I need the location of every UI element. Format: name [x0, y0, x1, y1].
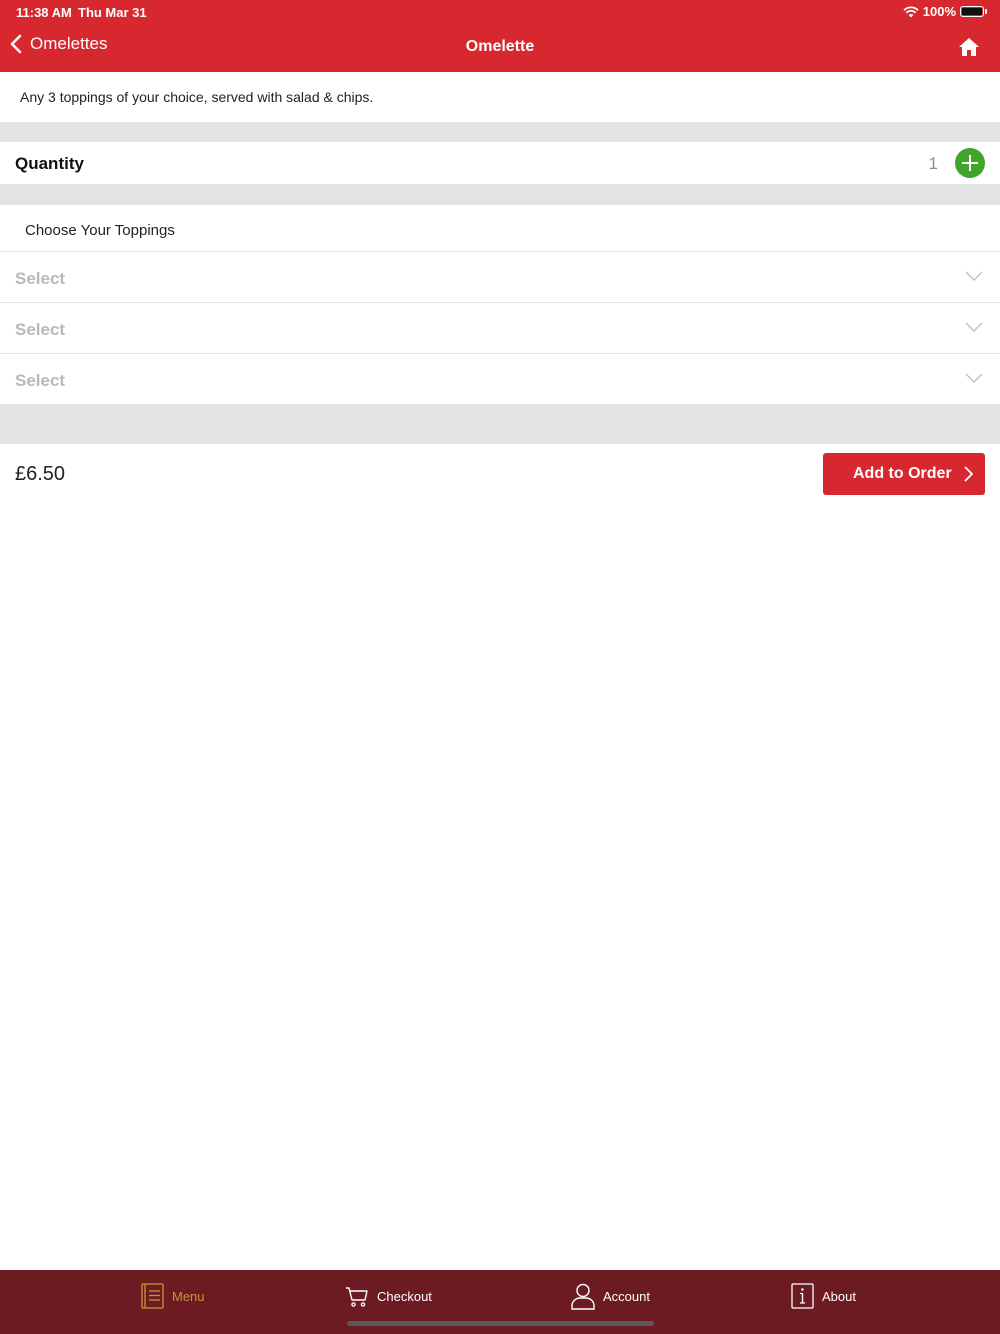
battery-icon — [960, 6, 987, 17]
cart-icon — [346, 1287, 368, 1307]
tab-about[interactable]: About — [791, 1282, 856, 1310]
page-title: Omelette — [465, 38, 535, 55]
item-price: £6.50 — [15, 463, 66, 485]
select-placeholder: Select — [15, 320, 66, 339]
section-divider — [0, 184, 1000, 205]
chevron-down-icon — [965, 373, 983, 383]
info-icon — [791, 1283, 814, 1309]
tab-menu[interactable]: Menu — [141, 1282, 205, 1310]
topping-select-2[interactable]: Select — [0, 304, 1000, 354]
status-date: Thu Mar 31 — [78, 5, 147, 20]
back-button[interactable]: Omelettes — [10, 34, 107, 54]
chevron-down-icon — [965, 271, 983, 281]
back-label: Omelettes — [30, 34, 108, 53]
home-icon[interactable] — [958, 37, 980, 57]
chevron-down-icon — [965, 322, 983, 332]
wifi-icon — [903, 5, 919, 17]
tab-label: Account — [603, 1288, 650, 1304]
topping-select-3[interactable]: Select — [0, 355, 1000, 405]
chevron-left-icon — [10, 34, 22, 54]
add-to-order-label: Add to Order — [853, 465, 952, 482]
home-indicator — [347, 1321, 654, 1326]
increase-quantity-button[interactable] — [955, 148, 985, 178]
topping-select-1[interactable]: Select — [0, 253, 1000, 303]
tab-label: Checkout — [377, 1288, 432, 1304]
tab-account[interactable]: Account — [571, 1282, 650, 1310]
section-divider — [0, 405, 1000, 444]
section-divider — [0, 122, 1000, 142]
tab-label: Menu — [172, 1288, 205, 1304]
select-placeholder: Select — [15, 371, 66, 390]
app-header: 11:38 AM Thu Mar 31 100% Omelettes Omele… — [0, 0, 1000, 72]
menu-book-icon — [141, 1283, 164, 1309]
quantity-row: Quantity 1 — [0, 142, 1000, 184]
status-indicators: 100% — [903, 4, 987, 19]
select-placeholder: Select — [15, 269, 66, 288]
tab-label: About — [822, 1288, 856, 1304]
quantity-label: Quantity — [15, 154, 84, 173]
status-bar: 11:38 AM Thu Mar 31 100% — [0, 0, 1000, 24]
user-icon — [571, 1283, 595, 1310]
toppings-header: Choose Your Toppings — [0, 205, 1000, 252]
chevron-right-icon — [964, 466, 973, 482]
status-time: 11:38 AM — [16, 5, 72, 20]
battery-percent: 100% — [922, 4, 956, 19]
tab-checkout[interactable]: Checkout — [345, 1282, 432, 1310]
item-description: Any 3 toppings of your choice, served wi… — [20, 89, 374, 105]
price-row: £6.50 Add to Order — [0, 444, 1000, 504]
add-to-order-button[interactable]: Add to Order — [823, 453, 985, 495]
quantity-value: 1 — [928, 154, 938, 173]
